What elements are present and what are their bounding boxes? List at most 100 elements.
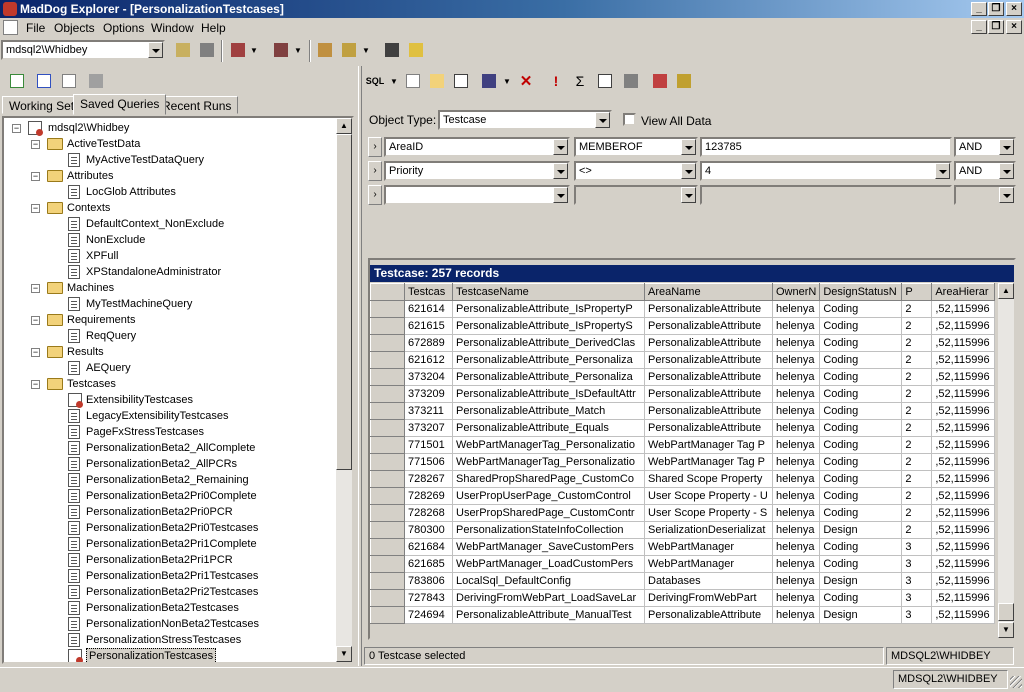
table-row[interactable]: 771506 WebPartManagerTag_Personalizatio We…	[370, 453, 996, 471]
tree-query-item[interactable]: PersonalizationNonBeta2Testcases	[4, 616, 334, 632]
properties-icon[interactable]	[85, 70, 107, 92]
row-header[interactable]	[370, 402, 405, 420]
row-selector-icon[interactable]: ›	[368, 137, 382, 157]
row-selector-icon[interactable]: ›	[368, 185, 382, 205]
resize-grip-icon[interactable]	[1010, 676, 1022, 688]
row-header[interactable]	[370, 368, 405, 386]
tree-query-item[interactable]: PersonalizationBeta2_AllComplete	[4, 440, 334, 456]
saved-queries-tree[interactable]: − mdsql2\Whidbey − ActiveTestData MyActiveTe…	[2, 116, 354, 664]
table-row[interactable]: 728268 UserPropSharedPage_CustomContr User…	[370, 504, 996, 522]
tree-query-item[interactable]: PersonalizationBeta2_AllPCRs	[4, 456, 334, 472]
alert-icon[interactable]: !	[545, 70, 567, 92]
sum-icon[interactable]: Σ	[569, 70, 591, 92]
document-icon[interactable]	[3, 20, 18, 35]
filter-operator-combo[interactable]: MEMBEROF	[574, 137, 698, 157]
tree-folder[interactable]: − Results	[4, 344, 334, 360]
tree-query-item[interactable]: NonExclude	[4, 232, 334, 248]
row-header[interactable]	[370, 351, 405, 369]
collapse-icon[interactable]: −	[31, 284, 40, 293]
tools-red-icon[interactable]	[649, 70, 671, 92]
machine-dropdown-icon[interactable]: ▼	[292, 39, 304, 61]
tab-working-set[interactable]: Working Set	[2, 96, 82, 114]
chevron-down-icon[interactable]	[553, 163, 568, 179]
folder-run-dropdown-icon[interactable]: ▼	[360, 39, 372, 61]
column-header[interactable]: DesignStatusN	[819, 283, 903, 301]
filter-conjunction-combo[interactable]: AND	[954, 161, 1016, 181]
tree-query-item[interactable]: PersonalizationBeta2Pri0PCR	[4, 504, 334, 520]
tree-root[interactable]: − mdsql2\Whidbey	[4, 120, 334, 136]
view-all-checkbox[interactable]	[623, 113, 636, 126]
close-icon[interactable]: ×	[1006, 2, 1022, 16]
tree-query-item[interactable]: PersonalizationBeta2Pri1PCR	[4, 552, 334, 568]
results-grid[interactable]: Testcase: 257 records Testcas TestcaseNam…	[368, 258, 1016, 640]
filter-conjunction-combo[interactable]	[954, 185, 1016, 205]
row-header[interactable]	[370, 300, 405, 318]
row-header[interactable]	[370, 436, 405, 454]
tree-query-item[interactable]: XPFull	[4, 248, 334, 264]
tree-query-item[interactable]: ReqQuery	[4, 328, 334, 344]
table-row[interactable]: 621615 PersonalizableAttribute_IsProperty…	[370, 317, 996, 335]
tree-query-item[interactable]: MyTestMachineQuery	[4, 296, 334, 312]
chevron-down-icon[interactable]	[999, 139, 1014, 155]
tree-query-item[interactable]: MyActiveTestDataQuery	[4, 152, 334, 168]
chevron-down-icon[interactable]	[553, 187, 568, 203]
column-header[interactable]: TestcaseName	[452, 283, 645, 301]
user-icon[interactable]	[381, 39, 403, 61]
table-row[interactable]: 373204 PersonalizableAttribute_Personaliz…	[370, 368, 996, 386]
tree-query-item[interactable]: PersonalizationBeta2_Remaining	[4, 472, 334, 488]
row-header[interactable]	[370, 419, 405, 437]
tree-query-item[interactable]: PersonalizationBeta2Pri0Complete	[4, 488, 334, 504]
tree-query-item[interactable]: PersonalizationBeta2Testcases	[4, 600, 334, 616]
menu-window[interactable]: Window	[151, 21, 194, 35]
app-icon[interactable]	[3, 2, 17, 16]
tree-query-item[interactable]: PersonalizationBeta2Pri1Complete	[4, 536, 334, 552]
menu-file[interactable]: File	[26, 21, 45, 35]
table-row[interactable]: 373211 PersonalizableAttribute_Match Perso…	[370, 402, 996, 420]
table-row[interactable]: 728269 UserPropUserPage_CustomControl User…	[370, 487, 996, 505]
tree-query-item[interactable]: LocGlob Attributes	[4, 184, 334, 200]
collapse-icon[interactable]: −	[31, 380, 40, 389]
table-row[interactable]: 621685 WebPartManager_LoadCustomPers WebPa…	[370, 555, 996, 573]
splitter[interactable]	[358, 66, 362, 666]
save-icon[interactable]	[478, 70, 500, 92]
table-row[interactable]: 727843 DerivingFromWebPart_LoadSaveLar Der…	[370, 589, 996, 607]
open-folder-icon[interactable]	[426, 70, 448, 92]
id-icon[interactable]	[314, 39, 336, 61]
run-dropdown-icon[interactable]: ▼	[248, 39, 260, 61]
menu-help[interactable]: Help	[201, 21, 226, 35]
child-restore-icon[interactable]: ❐	[988, 20, 1004, 34]
filter-value-input[interactable]: 4	[700, 161, 952, 181]
child-minimize-icon[interactable]: _	[971, 20, 987, 34]
chevron-down-icon[interactable]	[681, 187, 696, 203]
chevron-down-icon[interactable]	[999, 187, 1014, 203]
column-header[interactable]: Testcas	[404, 283, 453, 301]
edit-icon[interactable]	[594, 70, 616, 92]
row-header[interactable]	[370, 504, 405, 522]
scroll-thumb[interactable]	[998, 603, 1014, 621]
chevron-down-icon[interactable]	[595, 112, 610, 128]
tree-query-item[interactable]: ExtensibilityTestcases	[4, 392, 334, 408]
filter-field-combo[interactable]: Priority	[384, 161, 570, 181]
scroll-down-icon[interactable]: ▼	[336, 646, 352, 662]
hierarchy-icon[interactable]	[673, 70, 695, 92]
row-header[interactable]	[370, 572, 405, 590]
copy-icon[interactable]	[450, 70, 472, 92]
tree-query-item[interactable]: LegacyExtensibilityTestcases	[4, 408, 334, 424]
row-selector-icon[interactable]: ›	[368, 161, 382, 181]
collapse-icon[interactable]: −	[31, 204, 40, 213]
tree-folder[interactable]: − Machines	[4, 280, 334, 296]
tab-saved-queries[interactable]: Saved Queries	[73, 94, 167, 115]
tree-query-item[interactable]: PersonalizationBeta2Pri2Testcases	[4, 584, 334, 600]
menu-options[interactable]: Options	[103, 21, 144, 35]
grid-scrollbar[interactable]: ▲ ▼	[998, 283, 1014, 638]
filter-field-combo[interactable]	[384, 185, 570, 205]
new-query-icon[interactable]	[33, 70, 55, 92]
row-header[interactable]	[370, 334, 405, 352]
folder-run-icon[interactable]	[338, 39, 360, 61]
collapse-icon[interactable]: −	[31, 348, 40, 357]
filter-conjunction-combo[interactable]: AND	[954, 137, 1016, 157]
refresh-icon[interactable]	[6, 70, 28, 92]
chevron-down-icon[interactable]	[935, 163, 950, 179]
server-combo[interactable]: mdsql2\Whidbey	[1, 40, 165, 60]
row-header[interactable]	[370, 385, 405, 403]
